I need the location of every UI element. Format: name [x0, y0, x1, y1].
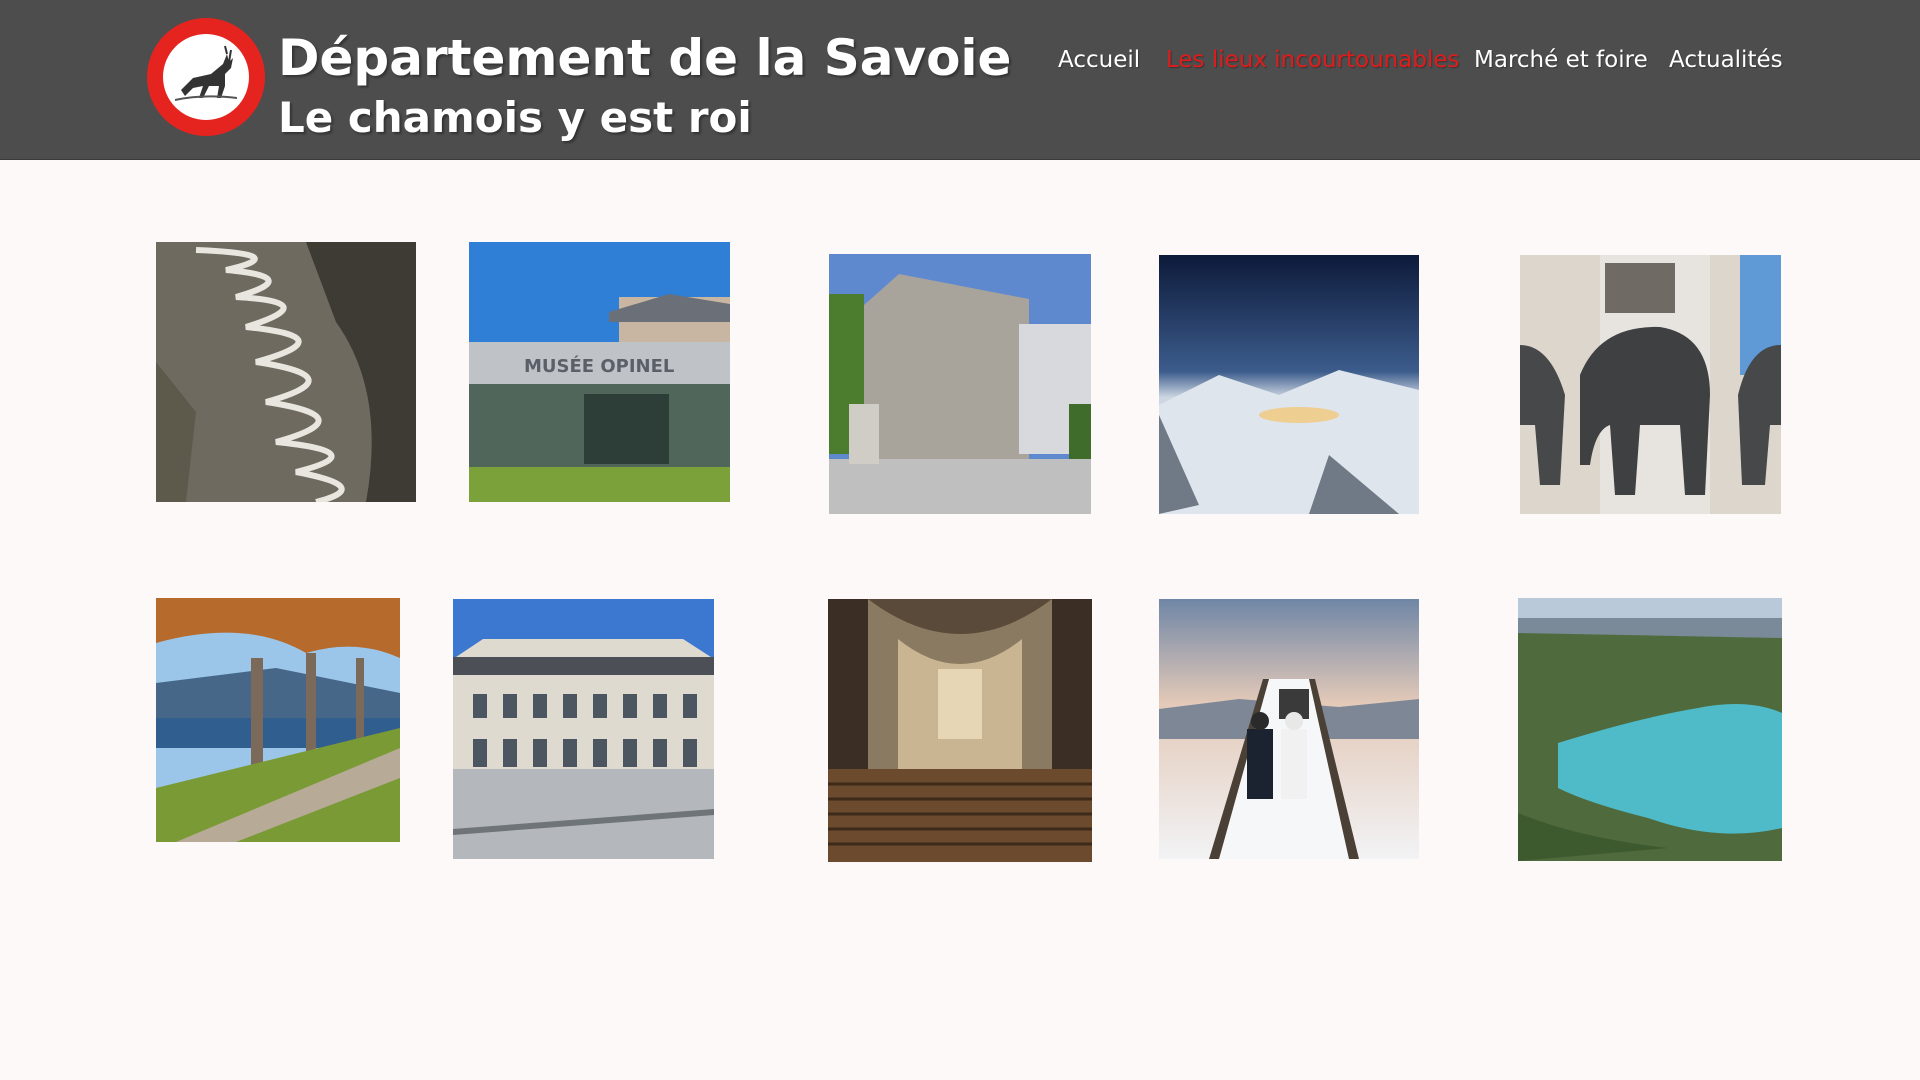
gallery-photo-cathedral-interior[interactable]	[828, 599, 1092, 862]
gallery-photo-lakeside-promenade[interactable]	[156, 598, 400, 842]
main-nav: Accueil Les lieux incourtounables Marché…	[0, 44, 1920, 76]
nav-link-actualites[interactable]: Actualités	[1669, 44, 1783, 76]
gallery-photo-serpentine-road[interactable]	[156, 242, 416, 502]
gallery-photo-snowy-valley-night[interactable]	[1159, 255, 1419, 514]
museum-sign-text: MUSÉE OPINEL	[524, 355, 674, 377]
chamois-icon[interactable]	[147, 18, 265, 136]
gallery-photo-snowy-footbridge[interactable]	[1159, 599, 1419, 859]
nav-link-marche-et-foire[interactable]: Marché et foire	[1474, 44, 1648, 76]
gallery-photo-elephant-fountain[interactable]	[1520, 255, 1781, 514]
nav-link-lieux-incontournables[interactable]: Les lieux incourtounables	[1166, 44, 1459, 76]
gallery-photo-opinel-museum[interactable]: MUSÉE OPINEL	[469, 242, 730, 502]
site-header: Département de la Savoie Le chamois y es…	[0, 0, 1920, 160]
gallery-photo-turquoise-lake[interactable]	[1518, 598, 1782, 861]
nav-link-accueil[interactable]: Accueil	[1058, 44, 1140, 76]
site-subtitle: Le chamois y est roi	[278, 93, 752, 142]
gallery-photo-grand-building[interactable]	[453, 599, 714, 859]
gallery-photo-castle[interactable]	[829, 254, 1091, 514]
